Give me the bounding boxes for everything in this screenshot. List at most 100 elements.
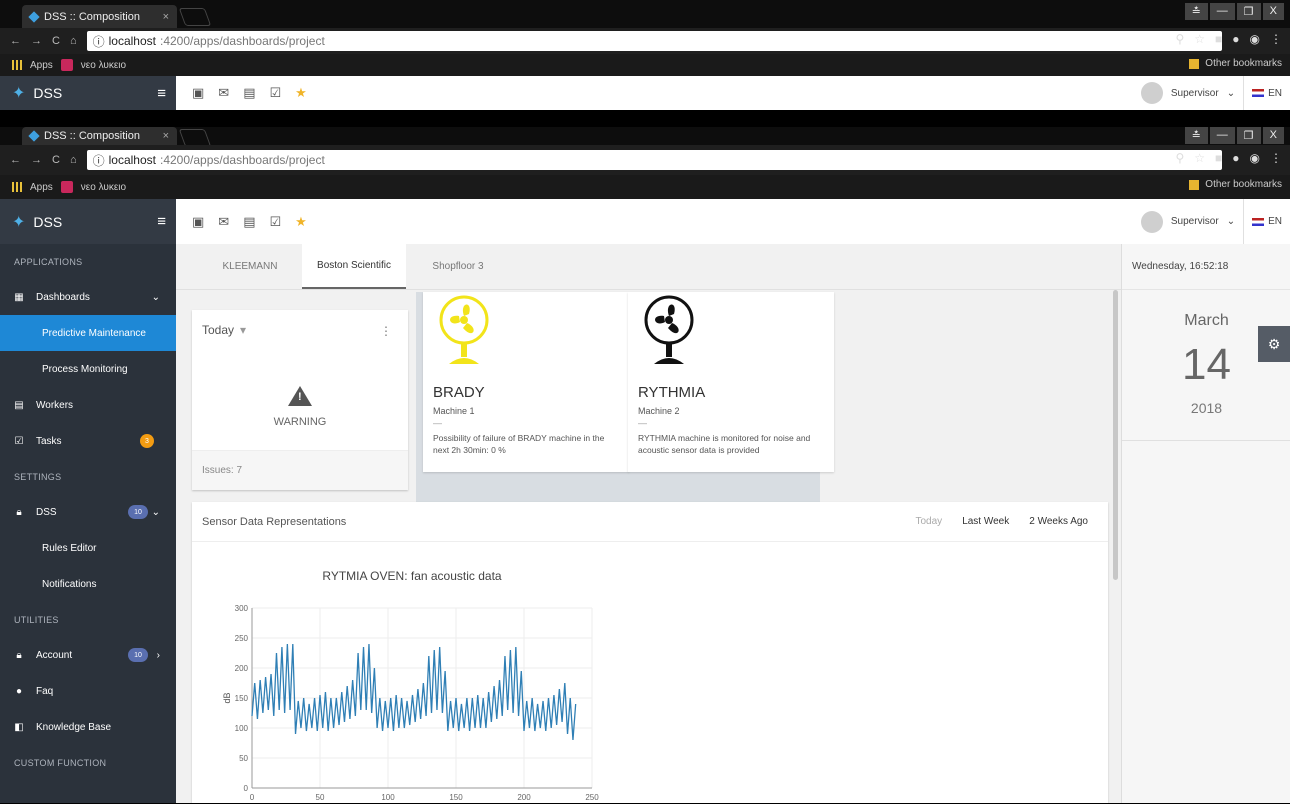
calendar-icon[interactable]: ▣ <box>192 214 204 230</box>
extension-circle-icon[interactable]: ● <box>1232 32 1239 46</box>
sidebar-item-dss[interactable]: 🔒︎ DSS 10 ⌄ <box>0 494 176 530</box>
star-icon[interactable]: ★ <box>295 214 307 230</box>
nav-right-icons: ⚲ ☆ ■ ● ◉ ⋮ <box>1175 151 1282 165</box>
sidebar-item-dashboards[interactable]: ▦ Dashboards ⌄ <box>0 279 176 315</box>
reload-icon[interactable]: C <box>52 35 60 47</box>
calendar-year: 2018 <box>1190 400 1223 416</box>
y-tick-label: 100 <box>235 724 249 733</box>
language-selector[interactable]: EN <box>1243 199 1290 244</box>
forward-icon[interactable]: → <box>31 35 42 47</box>
hamburger-icon[interactable]: ≡ <box>157 85 166 102</box>
new-tab-button[interactable] <box>178 8 212 26</box>
dss-logo-icon: ✦ <box>12 213 26 231</box>
bookmark-star-icon[interactable]: ☆ <box>1194 151 1205 165</box>
tab-shopfloor-3[interactable]: Shopfloor 3 <box>406 243 510 289</box>
range-today[interactable]: Today <box>916 516 943 527</box>
settings-gear-icon[interactable]: ⚙ <box>1258 326 1290 362</box>
nav-bar: ← → C ⌂ ⓘ localhost:4200/apps/dashboards… <box>0 28 1290 54</box>
home-icon[interactable]: ⌂ <box>70 154 77 166</box>
menu-icon[interactable]: ⋮ <box>1270 151 1282 165</box>
profile-button[interactable]: ≛ <box>1184 127 1208 144</box>
avatar[interactable] <box>1140 82 1163 104</box>
profile-button[interactable]: ≛ <box>1184 3 1208 20</box>
zoom-icon[interactable]: ⚲ <box>1175 151 1184 165</box>
address-bar[interactable]: ⓘ localhost:4200/apps/dashboards/project <box>86 31 1222 51</box>
sidebar-item-predictive-maintenance[interactable]: Predictive Maintenance <box>0 315 176 351</box>
menu-icon[interactable]: ⋮ <box>1270 32 1282 46</box>
bookmark-star-icon[interactable]: ☆ <box>1194 32 1205 46</box>
forward-icon[interactable]: → <box>31 154 42 166</box>
browser-tab[interactable]: DSS :: Composition × <box>22 5 177 28</box>
y-tick-label: 50 <box>239 754 248 763</box>
sidebar-item-process-monitoring[interactable]: Process Monitoring <box>0 351 176 387</box>
home-icon[interactable]: ⌂ <box>70 35 77 47</box>
restore-button[interactable]: ❐ <box>1236 3 1261 20</box>
tasks-icon: ☑ <box>14 435 24 447</box>
sidebar-item-knowledge-base[interactable]: ◧ Knowledge Base <box>0 709 176 745</box>
tab-boston-scientific[interactable]: Boston Scientific <box>302 243 406 289</box>
check-icon[interactable]: ☑ <box>270 214 282 230</box>
back-icon[interactable]: ← <box>10 35 21 47</box>
other-bookmarks-label: Other bookmarks <box>1205 179 1282 190</box>
browser-tab[interactable]: DSS :: Composition × <box>22 127 177 145</box>
star-icon[interactable]: ★ <box>295 85 307 101</box>
content-scrollbar[interactable] <box>1113 290 1118 580</box>
machine-card-rythmia[interactable]: RYTHMIA Machine 2 — RYTHMIA machine is m… <box>628 292 834 472</box>
minimize-button[interactable]: — <box>1209 3 1235 20</box>
tab-kleemann[interactable]: KLEEMANN <box>198 243 302 289</box>
contacts-icon[interactable]: ▤ <box>243 85 255 101</box>
extension-icon[interactable]: ■ <box>1215 151 1222 165</box>
close-window-button[interactable]: X <box>1262 127 1284 144</box>
address-bar[interactable]: ⓘ localhost:4200/apps/dashboards/project <box>86 150 1222 170</box>
bookmark-apps[interactable]: Apps <box>30 182 53 193</box>
calendar-icon[interactable]: ▣ <box>192 85 204 101</box>
bookmark-item[interactable]: νεο λυκειο <box>81 182 126 193</box>
lock-icon: 🔒︎ <box>16 506 22 518</box>
extension-icon[interactable]: ■ <box>1215 32 1222 46</box>
range-last-week[interactable]: Last Week <box>962 516 1009 527</box>
close-tab-icon[interactable]: × <box>163 130 169 142</box>
zoom-icon[interactable]: ⚲ <box>1175 32 1184 46</box>
extension-ring-icon[interactable]: ◉ <box>1250 32 1260 46</box>
sidebar-item-workers[interactable]: ▤ Workers <box>0 387 176 423</box>
close-tab-icon[interactable]: × <box>163 11 169 23</box>
sidebar-item-account[interactable]: 🔒︎ Account 10 › <box>0 637 176 673</box>
window-controls: ≛ — ❐ X <box>1184 127 1284 144</box>
user-name[interactable]: Supervisor <box>1171 216 1219 227</box>
other-bookmarks[interactable]: Other bookmarks <box>1189 58 1282 69</box>
mail-icon[interactable]: ✉ <box>218 214 229 230</box>
language-selector[interactable]: EN <box>1243 76 1290 110</box>
contacts-icon[interactable]: ▤ <box>243 214 255 230</box>
sidebar-item-rules-editor[interactable]: Rules Editor <box>0 530 176 566</box>
panel-divider <box>1122 440 1290 441</box>
extension-circle-icon[interactable]: ● <box>1232 151 1239 165</box>
extension-ring-icon[interactable]: ◉ <box>1250 151 1260 165</box>
restore-button[interactable]: ❐ <box>1236 127 1261 144</box>
minimize-button[interactable]: — <box>1209 127 1235 144</box>
app-header-background: ✦ DSS ≡ ▣ ✉ ▤ ☑ ★ Supervisor ⌄ EN <box>0 76 1290 110</box>
avatar[interactable] <box>1140 210 1163 233</box>
language-code: EN <box>1268 87 1282 99</box>
y-tick-label: 0 <box>244 784 249 793</box>
mail-icon[interactable]: ✉ <box>218 85 229 101</box>
period-select[interactable]: Today ▾ <box>192 310 408 350</box>
chevron-down-icon[interactable]: ⌄ <box>1227 88 1235 99</box>
other-bookmarks-label: Other bookmarks <box>1205 58 1282 69</box>
other-bookmarks[interactable]: Other bookmarks <box>1189 179 1282 190</box>
machine-card-brady[interactable]: BRADY Machine 1 — Possibility of failure… <box>423 292 629 472</box>
bookmark-item[interactable]: νεο λυκειο <box>81 60 126 71</box>
more-options-icon[interactable]: ⋮ <box>380 324 392 338</box>
chevron-down-icon[interactable]: ⌄ <box>1227 216 1235 227</box>
hamburger-icon[interactable]: ≡ <box>157 213 166 230</box>
sidebar-item-faq[interactable]: ● Faq <box>0 673 176 709</box>
back-icon[interactable]: ← <box>10 154 21 166</box>
user-name[interactable]: Supervisor <box>1171 88 1219 99</box>
range-2-weeks-ago[interactable]: 2 Weeks Ago <box>1029 516 1088 527</box>
sidebar-item-notifications[interactable]: Notifications <box>0 566 176 602</box>
sidebar-item-tasks[interactable]: ☑ Tasks 3 <box>0 423 176 459</box>
reload-icon[interactable]: C <box>52 154 60 166</box>
check-icon[interactable]: ☑ <box>270 85 282 101</box>
bookmark-apps[interactable]: Apps <box>30 60 53 71</box>
close-window-button[interactable]: X <box>1262 3 1284 20</box>
sidebar: APPLICATIONS ▦ Dashboards ⌄ Predictive M… <box>0 244 176 803</box>
